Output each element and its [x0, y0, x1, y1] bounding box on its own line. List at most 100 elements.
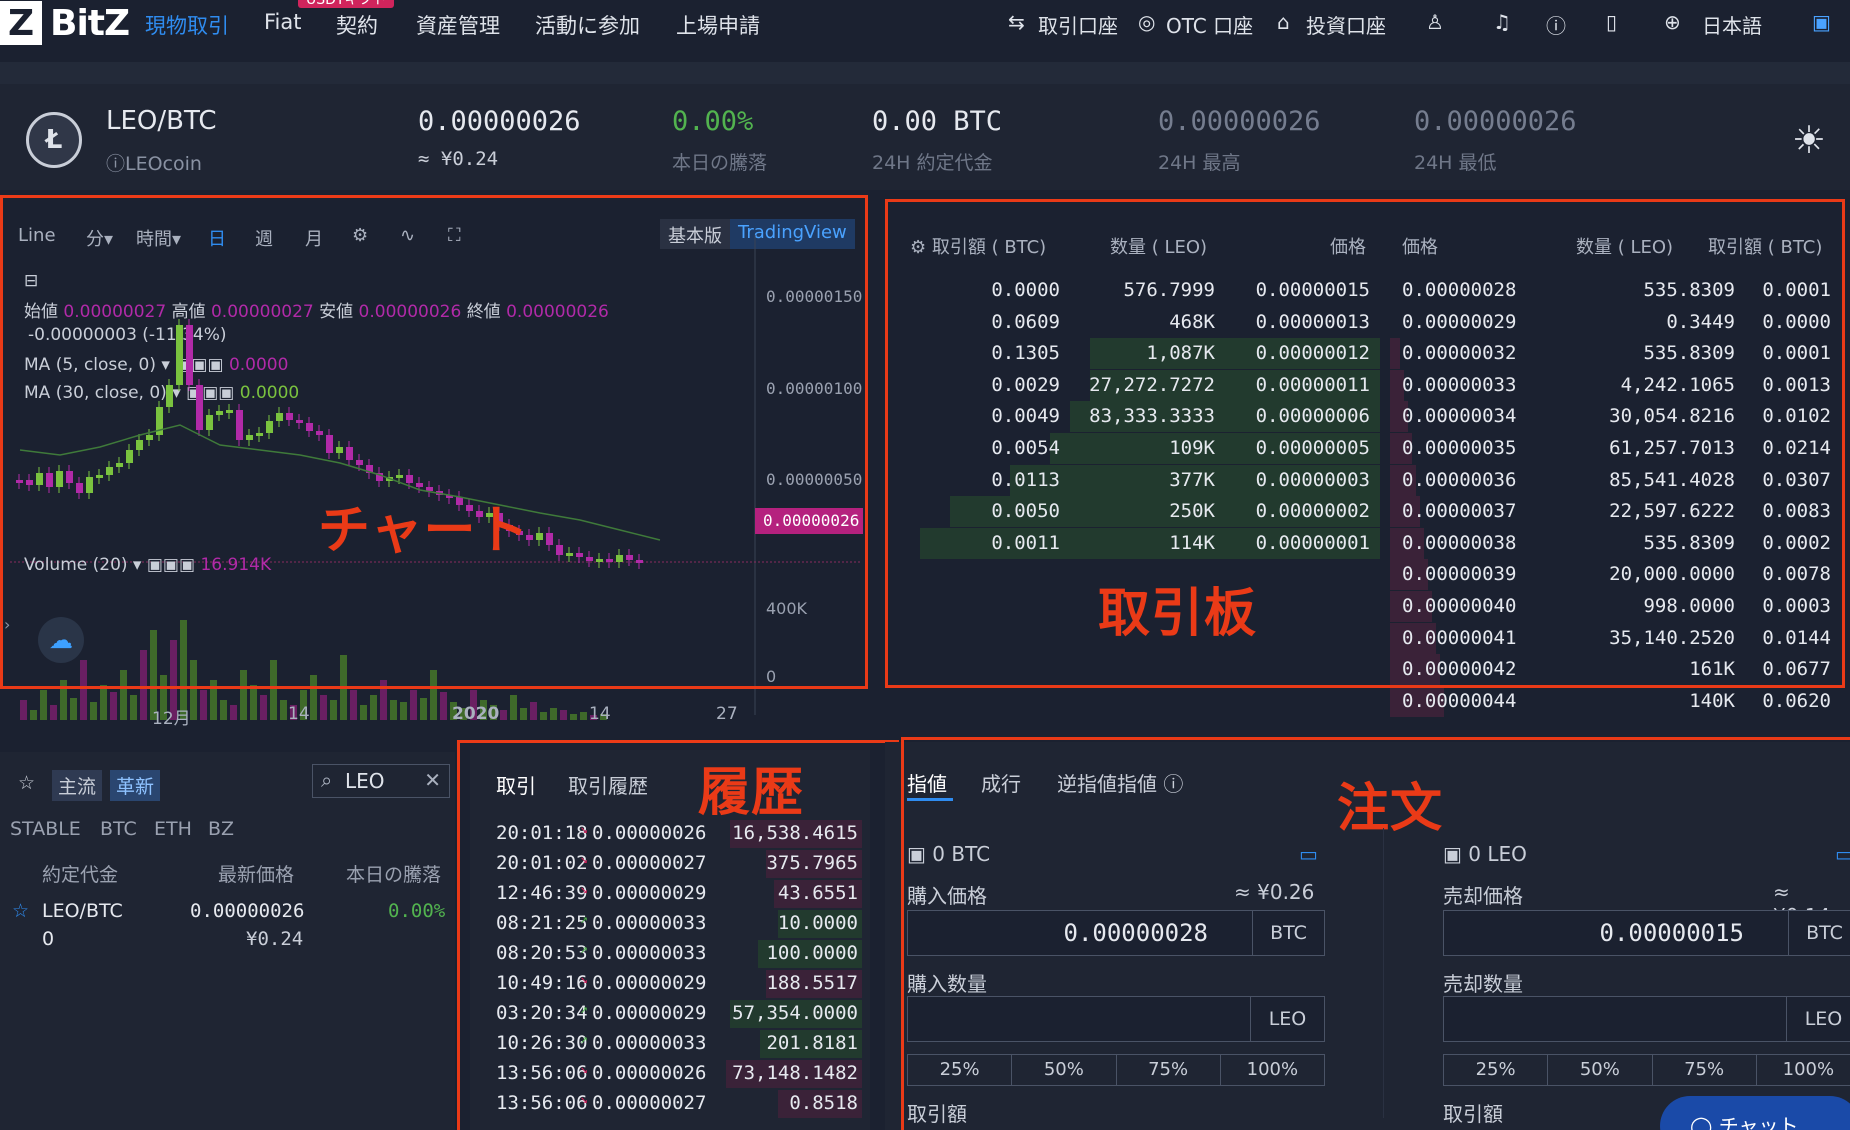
- x-axis-tick: 12月: [152, 709, 191, 729]
- ask-qty: 140K: [1689, 689, 1735, 712]
- volume-bar: [30, 710, 37, 720]
- nav-asset-management[interactable]: 資産管理: [416, 10, 500, 40]
- nav-trade-account[interactable]: 取引口座: [1038, 10, 1118, 39]
- ask-amount: 0.0620: [1762, 689, 1831, 712]
- volume-bar: [560, 710, 567, 720]
- volume-bar: [370, 695, 377, 720]
- category-bz[interactable]: BZ: [208, 818, 234, 840]
- search-icon: ⌕: [321, 768, 333, 792]
- nav-spot-trading[interactable]: 現物取引: [145, 10, 229, 40]
- ticker-pair: LEO/BTC: [106, 106, 217, 136]
- volume-bar: [410, 690, 417, 720]
- volume-bar: [400, 702, 407, 720]
- last-price-fiat: ≈ ¥0.24: [418, 148, 499, 170]
- market-change: 0.00%: [388, 900, 446, 922]
- nav-fiat[interactable]: Fiat: [264, 10, 302, 34]
- volume-bar: [50, 705, 57, 720]
- help-icon[interactable]: ⓘ: [1546, 10, 1566, 39]
- volume-bar: [390, 700, 397, 720]
- transfer-icon[interactable]: ⇆: [1008, 10, 1025, 34]
- tab-mainstream[interactable]: 主流: [52, 770, 103, 801]
- leo-coin-icon: Ł: [26, 112, 82, 168]
- nav-contract[interactable]: 契約: [336, 10, 378, 40]
- chat-icon: ◯: [1690, 1114, 1713, 1130]
- volume-bar: [520, 708, 527, 720]
- header-change: 本日の騰落: [346, 864, 442, 886]
- user-icon[interactable]: ♙: [1426, 10, 1444, 34]
- history-highlight-box: [457, 740, 899, 1130]
- volume-bar: [350, 690, 357, 720]
- market-pair: LEO/BTC: [42, 900, 123, 922]
- bell-icon[interactable]: ♫: [1493, 10, 1511, 34]
- download-app-icon[interactable]: ▯: [1606, 10, 1617, 34]
- volume-bar: [360, 705, 367, 720]
- language-select[interactable]: 日本語: [1702, 10, 1762, 39]
- volume-bar: [320, 695, 327, 720]
- coin-name: LEOcoin: [125, 153, 202, 175]
- tab-innovation[interactable]: 革新: [110, 770, 161, 801]
- market-row[interactable]: ☆ LEO/BTC 0 0.00000026 ¥0.24 0.00%: [0, 898, 455, 954]
- volume-24h: 0.00 BTC: [872, 106, 1003, 137]
- x-axis-tick: 14: [589, 704, 611, 724]
- coin-info[interactable]: ⓘLEOcoin: [106, 149, 202, 176]
- theme-toggle-icon[interactable]: ☀: [1792, 118, 1826, 162]
- translate-icon[interactable]: ▣: [1812, 10, 1831, 34]
- favorite-star-icon[interactable]: ☆: [12, 900, 29, 922]
- chat-label: チャット: [1718, 1114, 1799, 1130]
- volume-bar: [330, 700, 337, 720]
- volume-bar: [550, 708, 557, 720]
- header-latest-price: 最新価格: [218, 864, 295, 886]
- nav-activities[interactable]: 活動に参加: [535, 10, 640, 40]
- favorites-star-icon[interactable]: ☆: [12, 770, 41, 796]
- volume-bar: [200, 690, 207, 720]
- nav-otc-account[interactable]: OTC 口座: [1166, 10, 1253, 39]
- volume-bar: [100, 685, 107, 720]
- volume-bar: [130, 695, 137, 720]
- order-highlight-box: [901, 737, 1850, 1130]
- category-btc[interactable]: BTC: [100, 818, 137, 840]
- header-volume: 約定代金: [42, 864, 119, 886]
- volume-label: 24H 約定代金: [872, 152, 993, 174]
- volume-bar: [20, 700, 27, 720]
- volume-bar: [220, 700, 227, 720]
- volume-bar: [510, 695, 517, 720]
- nav-invest-account[interactable]: 投資口座: [1306, 10, 1386, 39]
- category-eth[interactable]: ETH: [154, 818, 192, 840]
- ticker-bar: Ł LEO/BTC ⓘLEOcoin 0.00000026 ≈ ¥0.24 0.…: [0, 84, 1850, 190]
- low-24h: 0.00000026: [1414, 106, 1577, 137]
- logo-mark: Z: [0, 1, 42, 45]
- top-navigation: Z BitZ 現物取引 Fiat 契約 USDTキフト 資産管理 活動に参加 上…: [0, 0, 1850, 62]
- globe-icon[interactable]: ⊕: [1664, 10, 1681, 34]
- bank-icon: ⌂: [1277, 10, 1290, 34]
- category-stable[interactable]: STABLE: [10, 818, 81, 840]
- market-price-fiat: ¥0.24: [246, 928, 304, 950]
- search-input[interactable]: ⌕ LEO ✕: [312, 764, 450, 798]
- usdt-gift-badge: USDTキフト: [298, 0, 395, 8]
- low-label: 24H 最低: [1414, 152, 1497, 174]
- chart-highlight-box: [0, 195, 868, 689]
- volume-bar: [580, 712, 587, 720]
- ask-row[interactable]: 0.00000044 140K 0.0620: [1390, 685, 1845, 717]
- change-percent: 0.00%: [672, 106, 754, 137]
- chat-button[interactable]: ◯ チャット: [1660, 1096, 1850, 1130]
- volume-bar: [70, 698, 77, 720]
- location-pin-icon: ◎: [1138, 10, 1156, 34]
- volume-bar: [90, 702, 97, 720]
- volume-bar: [280, 700, 287, 720]
- volume-bar: [40, 690, 47, 720]
- market-volume: 0: [42, 928, 55, 950]
- separator-band: [0, 62, 1850, 84]
- clear-icon[interactable]: ✕: [424, 768, 441, 792]
- bitz-logo[interactable]: Z BitZ: [0, 0, 130, 46]
- x-axis-tick: 14: [288, 704, 310, 724]
- orderbook-highlight-box: [885, 199, 1845, 688]
- volume-bar: [500, 710, 507, 720]
- info-icon: ⓘ: [106, 153, 126, 175]
- market-list: ☆ 主流 革新 ⌕ LEO ✕ STABLE BTC ETH BZ 約定代金 最…: [0, 752, 455, 1130]
- volume-bar: [570, 714, 577, 720]
- nav-listing-application[interactable]: 上場申請: [676, 10, 760, 40]
- volume-bar: [540, 712, 547, 720]
- ask-price: 0.00000044: [1402, 689, 1517, 712]
- x-axis-tick: 2020: [452, 704, 500, 724]
- volume-bar: [420, 698, 427, 720]
